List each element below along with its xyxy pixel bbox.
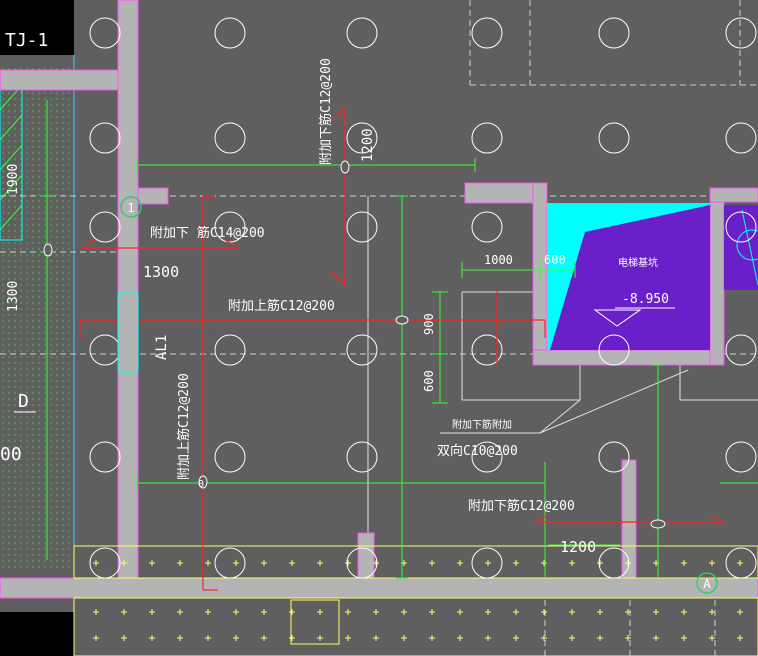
dim-1200-top: 1200: [360, 128, 376, 162]
note-c14: 附加下 筋C14@200: [150, 225, 265, 241]
wall-bottom: [0, 577, 758, 599]
note-c12-lower: 附加下筋C12@200: [468, 498, 575, 514]
note-c12-upper: 附加上筋C12@200: [228, 298, 335, 314]
wall-column-360: [357, 532, 375, 579]
label-partial: 00: [0, 444, 22, 465]
svg-text:A: A: [703, 577, 711, 591]
label-tj: TJ-1: [5, 30, 48, 51]
dim-1300: 1300: [143, 263, 179, 281]
pit-elevation: -8.950: [622, 292, 669, 307]
label-d: D: [18, 391, 29, 412]
dim-zero: 0: [198, 479, 204, 490]
wall-left-vertical: [117, 0, 139, 579]
note-top-vertical: 附加下筋C12@200: [318, 58, 334, 165]
pit-wall-right-top: [709, 187, 758, 203]
note-pit-2: 双向C10@200: [437, 443, 518, 459]
al1-box: [117, 291, 139, 373]
black-corner-bottom: [0, 612, 74, 656]
dim-900: 900: [422, 313, 436, 335]
dim-1300-left: 1300: [6, 281, 21, 312]
dim-600-v: 600: [422, 370, 436, 392]
note-left-vertical: 附加上筋C12@200: [176, 373, 192, 480]
note-pit-1: 附加下筋附加: [452, 418, 512, 431]
dim-600-h: 600: [544, 253, 566, 267]
pit-wall-bottom: [532, 349, 724, 366]
svg-text:1: 1: [127, 201, 134, 215]
left-dotted-strip: [0, 68, 74, 568]
label-al1: AL1: [154, 335, 170, 360]
dim-1000: 1000: [484, 253, 513, 267]
dim-1200-bottom: 1200: [560, 538, 596, 556]
cad-drawing: 1 A TJ-1 D 00 AL1 1900 1300 1300 1200 10…: [0, 0, 758, 656]
pit-label: 电梯基坑: [618, 256, 658, 269]
pit-wall-right: [709, 187, 725, 366]
wall-left-horizontal: [0, 69, 119, 91]
wall-stub-1: [137, 187, 169, 205]
dim-1900: 1900: [6, 164, 21, 195]
